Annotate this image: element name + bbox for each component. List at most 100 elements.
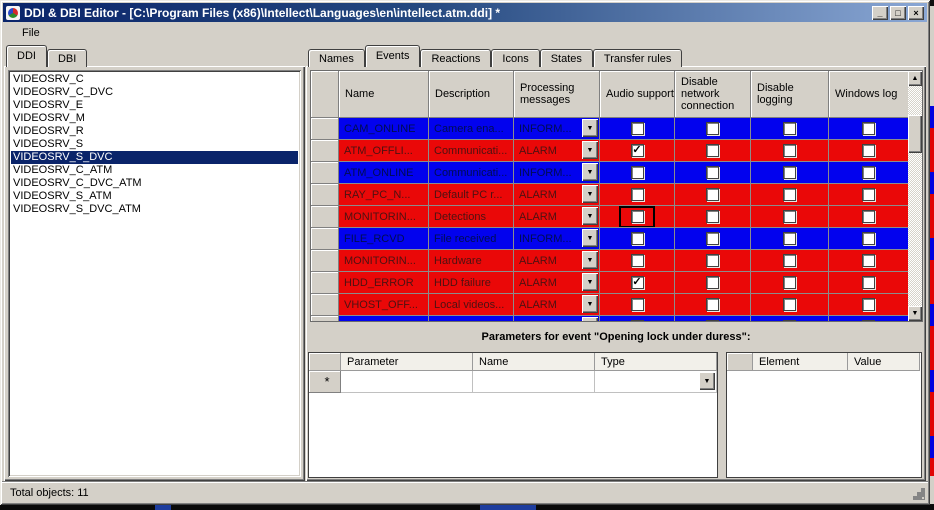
network-checkbox-cell[interactable] (675, 162, 751, 184)
row-header[interactable] (311, 316, 339, 321)
param-column-header[interactable]: Parameter (341, 353, 473, 371)
logging-checkbox[interactable] (783, 298, 796, 311)
maximize-icon[interactable]: □ (890, 5, 906, 20)
winlog-checkbox-cell[interactable] (829, 118, 908, 140)
logging-checkbox[interactable] (783, 188, 796, 201)
audio-checkbox[interactable]: ✓ (630, 144, 644, 157)
dropdown-icon[interactable]: ▼ (582, 273, 598, 291)
network-checkbox[interactable] (706, 276, 719, 289)
logging-checkbox-cell[interactable] (751, 206, 829, 228)
logging-checkbox-cell[interactable] (751, 228, 829, 250)
network-checkbox[interactable] (706, 320, 719, 321)
param-column-header[interactable]: Name (473, 353, 595, 371)
param-input-cell[interactable]: ▼ (595, 371, 717, 393)
processing-messages-cell[interactable]: ALARM ▼ (514, 272, 600, 294)
network-checkbox[interactable] (706, 122, 719, 135)
list-item[interactable]: VIDEOSRV_C (11, 73, 298, 86)
logging-checkbox[interactable] (783, 320, 796, 321)
processing-messages-cell[interactable]: ALARM ▼ (514, 206, 600, 228)
logging-checkbox-cell[interactable] (751, 162, 829, 184)
winlog-checkbox[interactable] (862, 188, 875, 201)
winlog-checkbox[interactable] (862, 210, 875, 223)
audio-checkbox-cell[interactable] (600, 316, 675, 321)
column-header[interactable]: Disable logging (751, 71, 829, 118)
logging-checkbox-cell[interactable] (751, 140, 829, 162)
dropdown-icon[interactable]: ▼ (582, 295, 598, 313)
dropdown-icon[interactable]: ▼ (582, 317, 598, 321)
processing-messages-cell[interactable]: ALARM ▼ (514, 140, 600, 162)
network-checkbox-cell[interactable] (675, 294, 751, 316)
element-column-header[interactable]: Value (848, 353, 920, 371)
network-checkbox[interactable] (706, 188, 719, 201)
list-item[interactable]: VIDEOSRV_C_DVC_ATM (11, 177, 298, 190)
tab-states[interactable]: States (539, 49, 593, 67)
winlog-checkbox[interactable] (862, 320, 875, 321)
winlog-checkbox[interactable] (862, 166, 875, 179)
audio-checkbox-cell[interactable]: ✓ (600, 140, 675, 162)
processing-messages-cell[interactable]: INFORM... ▼ (514, 316, 600, 321)
row-header[interactable] (311, 250, 339, 272)
winlog-checkbox[interactable] (862, 232, 875, 245)
list-item[interactable]: VIDEOSRV_M (11, 112, 298, 125)
logging-checkbox-cell[interactable] (751, 316, 829, 321)
winlog-checkbox-cell[interactable] (829, 162, 908, 184)
scroll-down-icon[interactable]: ▼ (908, 306, 922, 321)
type-dropdown-icon[interactable]: ▼ (699, 372, 715, 390)
event-description-cell[interactable]: Communicati... (429, 140, 514, 162)
audio-checkbox-cell[interactable] (600, 118, 675, 140)
column-header[interactable]: Processing messages (514, 71, 600, 118)
menu-file[interactable]: File (17, 26, 45, 40)
audio-checkbox-cell[interactable] (600, 206, 675, 228)
audio-checkbox[interactable] (630, 320, 644, 321)
processing-messages-cell[interactable]: INFORM... ▼ (514, 162, 600, 184)
logging-checkbox-cell[interactable] (751, 250, 829, 272)
vertical-scrollbar[interactable]: ▲ ▼ (908, 71, 922, 321)
event-name-cell[interactable]: ATM_ONLINE (339, 162, 429, 184)
column-header[interactable]: Audio support (600, 71, 675, 118)
event-name-cell[interactable]: MONITORIN... (339, 206, 429, 228)
winlog-checkbox[interactable] (862, 122, 875, 135)
column-header[interactable]: Disable network connection (675, 71, 751, 118)
object-list[interactable]: VIDEOSRV_C VIDEOSRV_C_DVC VIDEOSRV_E VIDEOS… (8, 70, 301, 477)
winlog-checkbox-cell[interactable] (829, 250, 908, 272)
network-checkbox-cell[interactable] (675, 316, 751, 321)
column-header[interactable]: Description (429, 71, 514, 118)
winlog-checkbox-cell[interactable] (829, 228, 908, 250)
event-description-cell[interactable]: Default PC r... (429, 184, 514, 206)
logging-checkbox[interactable] (783, 210, 796, 223)
tab-names[interactable]: Names (308, 49, 365, 67)
network-checkbox[interactable] (706, 166, 719, 179)
processing-messages-cell[interactable]: INFORM... ▼ (514, 118, 600, 140)
row-header[interactable] (311, 228, 339, 250)
list-item[interactable]: VIDEOSRV_S_ATM (11, 190, 298, 203)
winlog-checkbox[interactable] (862, 298, 875, 311)
tab-ddi[interactable]: DDI (6, 45, 47, 67)
dropdown-icon[interactable]: ▼ (582, 185, 598, 203)
network-checkbox-cell[interactable] (675, 140, 751, 162)
list-item[interactable]: VIDEOSRV_C_ATM (11, 164, 298, 177)
event-name-cell[interactable]: MONITORIN... (339, 250, 429, 272)
processing-messages-cell[interactable]: ALARM ▼ (514, 250, 600, 272)
logging-checkbox[interactable] (783, 276, 796, 289)
winlog-checkbox-cell[interactable] (829, 272, 908, 294)
logging-checkbox-cell[interactable] (751, 294, 829, 316)
row-header[interactable] (311, 294, 339, 316)
logging-checkbox[interactable] (783, 122, 796, 135)
event-description-cell[interactable]: Communicati... (429, 162, 514, 184)
dropdown-icon[interactable]: ▼ (582, 163, 598, 181)
list-item[interactable]: VIDEOSRV_E (11, 99, 298, 112)
event-name-cell[interactable]: FILE_RCVD (339, 228, 429, 250)
minimize-icon[interactable]: _ (872, 5, 888, 20)
logging-checkbox-cell[interactable] (751, 184, 829, 206)
audio-checkbox[interactable] (630, 210, 644, 223)
list-item[interactable]: VIDEOSRV_S_DVC_ATM (11, 203, 298, 216)
dropdown-icon[interactable]: ▼ (582, 207, 598, 225)
audio-checkbox[interactable] (630, 122, 644, 135)
column-header[interactable]: Windows log (829, 71, 908, 118)
network-checkbox[interactable] (706, 210, 719, 223)
audio-checkbox[interactable] (630, 166, 644, 179)
audio-checkbox-cell[interactable] (600, 228, 675, 250)
event-name-cell[interactable]: VHOST_OFF... (339, 294, 429, 316)
event-name-cell[interactable]: RAY_PC_N... (339, 184, 429, 206)
row-header[interactable] (311, 184, 339, 206)
